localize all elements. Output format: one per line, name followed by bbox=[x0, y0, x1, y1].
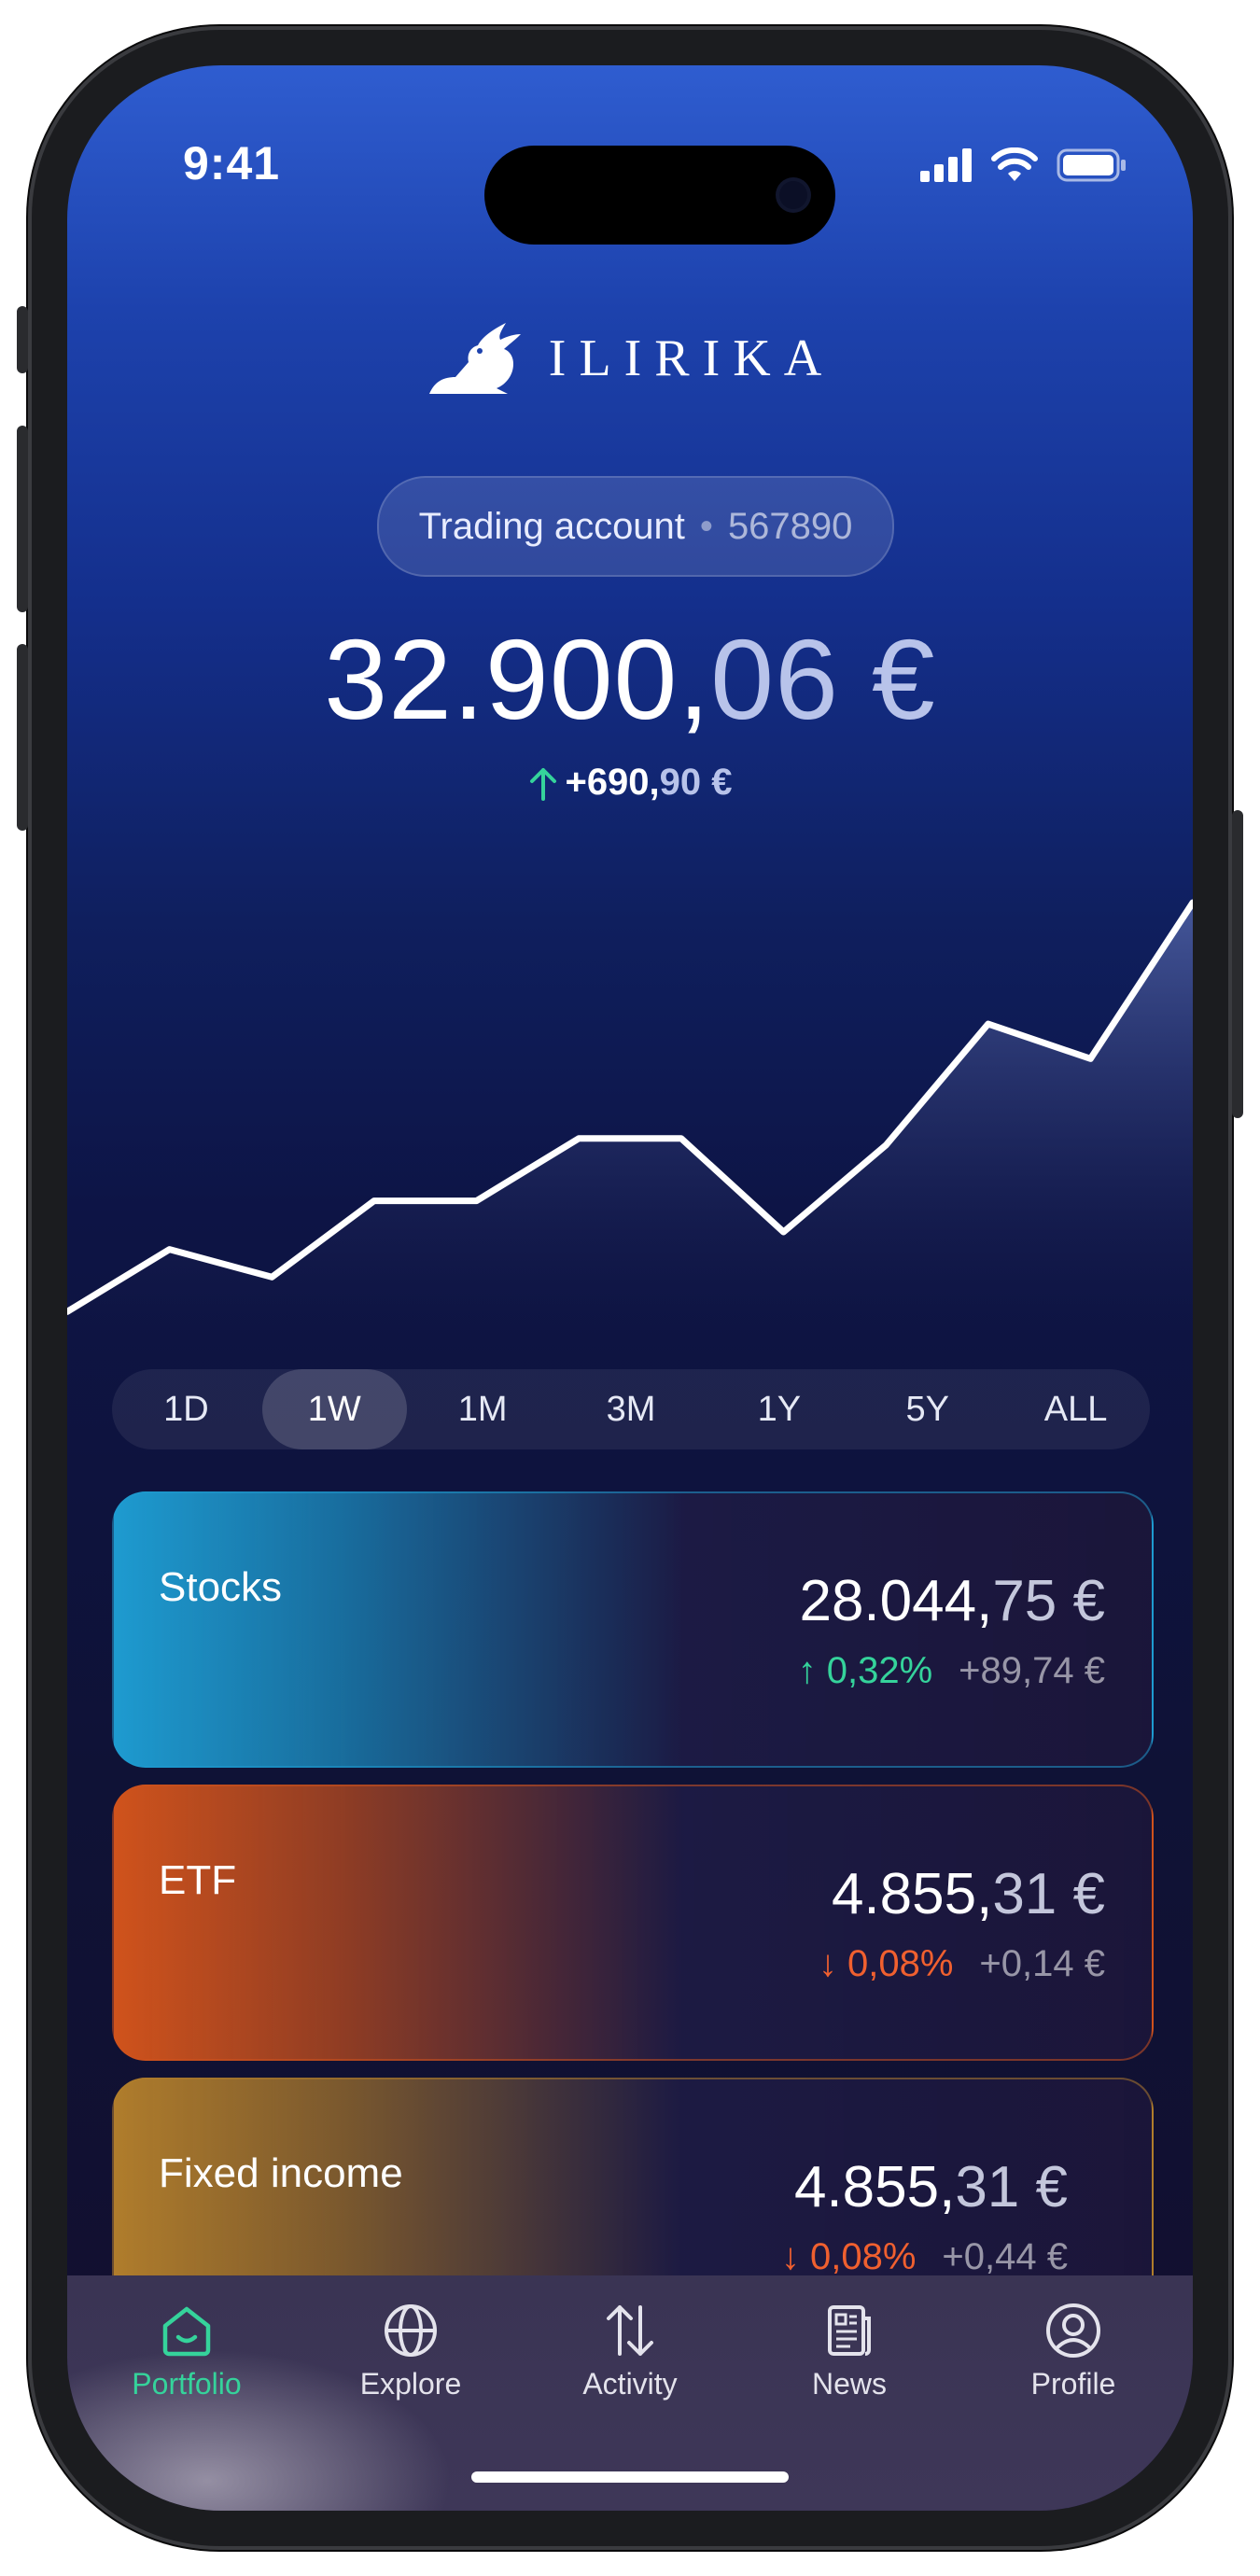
volume-down-button bbox=[17, 644, 28, 831]
asset-amount-main: 4.855, bbox=[831, 1862, 993, 1926]
tab-portfolio[interactable]: Portfolio bbox=[103, 2300, 271, 2401]
action-button bbox=[17, 306, 28, 373]
asset-amount-decimal: 31 € bbox=[955, 2155, 1068, 2219]
globe-icon bbox=[385, 2304, 437, 2357]
dynamic-island bbox=[484, 146, 835, 245]
arrow-up-icon bbox=[530, 767, 557, 801]
period-all[interactable]: ALL bbox=[1003, 1369, 1148, 1449]
asset-pct-change: ↑ 0,32% bbox=[798, 1650, 933, 1692]
tab-label: Explore bbox=[359, 2367, 462, 2401]
account-selector[interactable]: Trading account • 567890 bbox=[377, 476, 894, 577]
account-label: Trading account bbox=[418, 505, 685, 547]
asset-pct-value: 0,08% bbox=[810, 2236, 917, 2277]
home-icon bbox=[162, 2306, 211, 2357]
power-button bbox=[1232, 810, 1243, 1118]
asset-pct-value: 0,32% bbox=[826, 1650, 933, 1691]
signal-icon bbox=[920, 148, 972, 182]
volume-up-button bbox=[17, 426, 28, 612]
transfer-arrows-icon bbox=[607, 2305, 653, 2356]
asset-pct-change: ↓ 0,08% bbox=[781, 2236, 917, 2278]
status-bar: 9:41 bbox=[67, 136, 1193, 245]
wifi-icon bbox=[991, 147, 1038, 181]
tab-explore[interactable]: Explore bbox=[327, 2300, 495, 2401]
arrow-down-icon: ↓ bbox=[818, 1943, 847, 1984]
asset-card-stocks[interactable]: Stocks 28.044,75 € ↑ 0,32% +89,74 € bbox=[112, 1491, 1154, 1768]
period-selector: 1D 1W 1M 3M 1Y 5Y ALL bbox=[112, 1369, 1150, 1449]
tab-news[interactable]: News bbox=[765, 2300, 933, 2401]
account-number: 567890 bbox=[727, 505, 853, 547]
status-time: 9:41 bbox=[183, 137, 281, 189]
total-balance: 32.900,06 € bbox=[67, 614, 1193, 745]
newspaper-icon bbox=[828, 2305, 871, 2356]
asset-amount: 4.855,31 € bbox=[832, 1861, 1105, 1927]
phone-frame: 9:41 ILIRIKA Trading account • 567890 32… bbox=[17, 26, 1243, 2550]
chart-area-fill bbox=[67, 903, 1193, 1353]
winged-lion-logo-icon bbox=[428, 323, 521, 394]
change-value-decimal: 90 € bbox=[659, 762, 733, 803]
brand-name: ILIRIKA bbox=[548, 329, 835, 387]
asset-name: Stocks bbox=[159, 1564, 283, 1610]
asset-pct-change: ↓ 0,08% bbox=[819, 1943, 954, 1985]
tab-label: News bbox=[811, 2367, 887, 2401]
period-5y[interactable]: 5Y bbox=[855, 1369, 1000, 1449]
arrow-down-icon: ↓ bbox=[780, 2236, 810, 2277]
asset-change: ↓ 0,08% +0,14 € bbox=[819, 1943, 1105, 1985]
asset-amount: 28.044,75 € bbox=[799, 1568, 1105, 1634]
asset-amount-decimal: 75 € bbox=[992, 1569, 1105, 1633]
balance-change: +690,90 € bbox=[67, 762, 1193, 804]
asset-change: ↓ 0,08% +0,44 € bbox=[781, 2236, 1068, 2278]
asset-abs-change: +0,44 € bbox=[942, 2236, 1068, 2277]
battery-icon bbox=[1057, 148, 1126, 182]
arrow-up-icon: ↑ bbox=[797, 1650, 827, 1691]
asset-change: ↑ 0,32% +89,74 € bbox=[798, 1650, 1105, 1692]
period-1y[interactable]: 1Y bbox=[707, 1369, 851, 1449]
status-icons bbox=[920, 147, 1127, 183]
balance-integer: 32.900, bbox=[324, 616, 711, 743]
brand-header: ILIRIKA bbox=[67, 319, 1193, 398]
tab-activity[interactable]: Activity bbox=[546, 2300, 714, 2401]
tab-label: Activity bbox=[582, 2367, 678, 2401]
asset-amount-main: 28.044, bbox=[799, 1569, 993, 1633]
period-1w[interactable]: 1W bbox=[261, 1369, 407, 1449]
asset-amount-main: 4.855, bbox=[793, 2155, 956, 2219]
home-indicator[interactable] bbox=[471, 2471, 789, 2483]
asset-amount: 4.855,31 € bbox=[794, 2154, 1068, 2220]
tab-label: Profile bbox=[1030, 2367, 1116, 2401]
app-screen: 9:41 ILIRIKA Trading account • 567890 32… bbox=[67, 65, 1193, 2511]
bottom-tab-bar: Portfolio Explore Activity News Profile bbox=[67, 2275, 1193, 2511]
camera-icon bbox=[779, 181, 807, 209]
asset-abs-change: +0,14 € bbox=[979, 1943, 1105, 1984]
asset-name: Fixed income bbox=[159, 2150, 403, 2196]
period-1m[interactable]: 1M bbox=[411, 1369, 555, 1449]
asset-amount-decimal: 31 € bbox=[992, 1862, 1105, 1926]
asset-card-etf[interactable]: ETF 4.855,31 € ↓ 0,08% +0,14 € bbox=[112, 1785, 1154, 2061]
tab-profile[interactable]: Profile bbox=[989, 2300, 1157, 2401]
asset-pct-value: 0,08% bbox=[847, 1943, 954, 1984]
period-3m[interactable]: 3M bbox=[559, 1369, 704, 1449]
change-value-main: +690, bbox=[565, 762, 660, 803]
asset-abs-change: +89,74 € bbox=[959, 1650, 1105, 1691]
period-1d[interactable]: 1D bbox=[114, 1369, 259, 1449]
portfolio-chart[interactable] bbox=[67, 831, 1193, 1353]
user-circle-icon bbox=[1046, 2303, 1100, 2358]
balance-decimal: 06 € bbox=[710, 616, 936, 743]
asset-name: ETF bbox=[159, 1857, 237, 1903]
tab-label: Portfolio bbox=[132, 2367, 242, 2401]
account-separator: • bbox=[699, 505, 713, 547]
